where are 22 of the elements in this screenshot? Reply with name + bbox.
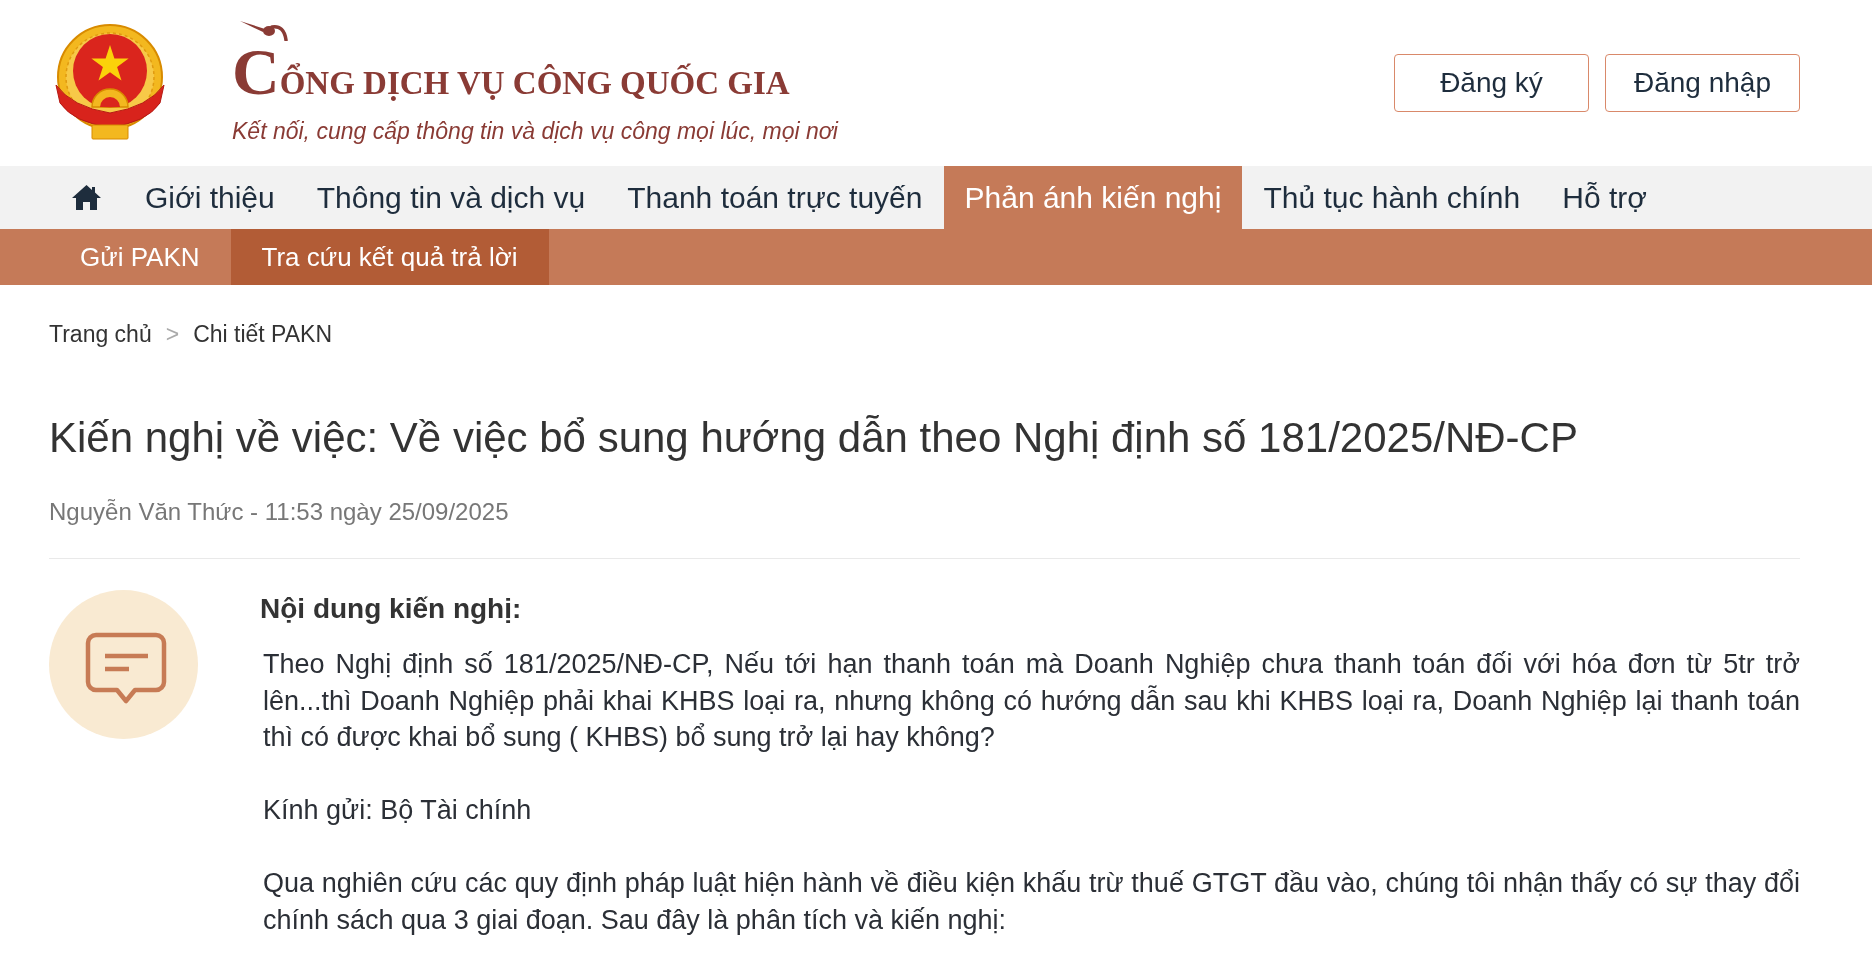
article-meta: Nguyễn Văn Thức - 11:53 ngày 25/09/2025 bbox=[49, 497, 510, 527]
site-tagline: Kết nối, cung cấp thông tin và dịch vụ công mọi lúc, mọi nơi bbox=[232, 116, 838, 146]
subnav-tab[interactable]: Tra cứu kết quả trả lời bbox=[230, 229, 549, 285]
nav-tab[interactable]: Thủ tục hành chính bbox=[1242, 166, 1542, 229]
breadcrumb-link[interactable]: Trang chủ bbox=[49, 319, 152, 349]
home-icon bbox=[71, 184, 102, 211]
bird-icon bbox=[240, 20, 288, 41]
nav-tab[interactable]: Thanh toán trực tuyến bbox=[606, 166, 944, 229]
breadcrumb-separator: > bbox=[165, 320, 180, 349]
nav-tab[interactable]: Thông tin và dịch vụ bbox=[295, 166, 607, 229]
nav-tab[interactable]: Hỗ trợ bbox=[1541, 166, 1668, 229]
register-button[interactable]: Đăng ký bbox=[1394, 54, 1589, 112]
nav-tab[interactable]: Giới thiệu bbox=[124, 166, 296, 229]
body-paragraph: Theo Nghị định số 181/2025/NĐ-CP, Nếu tới hạn thanh toán mà Doanh Nghiệp chưa thanh toán đối với hóa đơn từ 5tr trở lên...thì Doanh Nghiệp phải khai KHBS loại ra, nhưng không có hướng dẫn sau khi KHBS loại ra, Doanh Nghiệp lại thanh toán thì có được khai bổ sung ( KHBS) bổ sung trở lại hay không? bbox=[263, 648, 1800, 754]
login-button[interactable]: Đăng nhập bbox=[1605, 54, 1800, 112]
body-paragraph: Qua nghiên cứu các quy định pháp luật hiện hành về điều kiện khấu trừ thuế GTGT đầu vào, chúng tôi nhận thấy có sự thay đổi chính sách qua 3 giai đoạn. Sau đây là phân tích và kiến nghị: bbox=[263, 867, 1800, 937]
body-paragraph: Kính gửi: Bộ Tài chính bbox=[263, 794, 533, 827]
article-title: Kiến nghị về việc: Về việc bổ sung hướng dẫn theo Nghị định số 181/2025/NĐ-CP bbox=[49, 413, 1579, 463]
section-heading: Nội dung kiến nghị: bbox=[260, 592, 523, 626]
site-title: CỔNG DỊCH VỤ CÔNG QUỐC GIA bbox=[232, 38, 791, 110]
breadcrumb-current: Chi tiết PAKN bbox=[193, 320, 333, 349]
chat-bubble-icon bbox=[49, 590, 198, 739]
